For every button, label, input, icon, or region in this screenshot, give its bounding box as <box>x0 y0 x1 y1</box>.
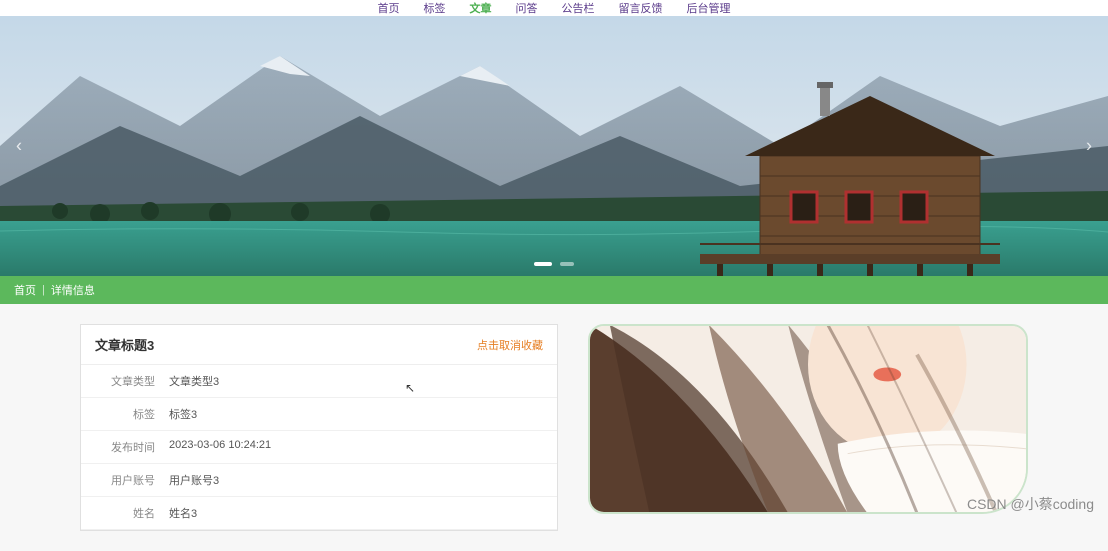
nav-tags[interactable]: 标签 <box>424 0 446 16</box>
detail-label: 标签 <box>95 406 155 422</box>
breadcrumb-current: 详情信息 <box>51 282 95 298</box>
favorite-toggle-button[interactable]: 点击取消收藏 <box>477 337 543 353</box>
nav-home[interactable]: 首页 <box>378 0 400 16</box>
hero-carousel: ‹ › <box>0 16 1108 276</box>
detail-label: 用户账号 <box>95 472 155 488</box>
detail-row-account: 用户账号 用户账号3 <box>81 464 557 497</box>
article-title: 文章标题3 <box>95 335 154 354</box>
hero-image <box>0 16 1108 276</box>
detail-value: 标签3 <box>169 406 197 422</box>
breadcrumb-separator: | <box>42 284 45 296</box>
breadcrumb: 首页 | 详情信息 <box>0 276 1108 304</box>
carousel-prev-button[interactable]: ‹ <box>6 126 32 167</box>
profile-card <box>588 324 1028 531</box>
content-area: 文章标题3 点击取消收藏 文章类型 文章类型3 标签 标签3 发布时间 2023… <box>0 304 1108 551</box>
carousel-dot[interactable] <box>560 262 574 266</box>
carousel-dot[interactable] <box>534 262 552 266</box>
detail-value: 2023-03-06 10:24:21 <box>169 439 271 455</box>
nav-articles[interactable]: 文章 <box>470 0 492 16</box>
detail-value: 用户账号3 <box>169 472 219 488</box>
detail-value: 文章类型3 <box>169 373 219 389</box>
detail-row-date: 发布时间 2023-03-06 10:24:21 <box>81 431 557 464</box>
top-nav: 首页 标签 文章 问答 公告栏 留言反馈 后台管理 <box>0 0 1108 16</box>
detail-label: 发布时间 <box>95 439 155 455</box>
detail-label: 文章类型 <box>95 373 155 389</box>
detail-row-name: 姓名 姓名3 <box>81 497 557 530</box>
nav-feedback[interactable]: 留言反馈 <box>619 0 663 16</box>
carousel-next-button[interactable]: › <box>1076 126 1102 167</box>
carousel-indicators <box>534 262 574 266</box>
panel-header: 文章标题3 点击取消收藏 <box>81 325 557 365</box>
nav-admin[interactable]: 后台管理 <box>687 0 731 16</box>
nav-bulletin[interactable]: 公告栏 <box>562 0 595 16</box>
detail-label: 姓名 <box>95 505 155 521</box>
article-detail-panel: 文章标题3 点击取消收藏 文章类型 文章类型3 标签 标签3 发布时间 2023… <box>80 324 558 531</box>
detail-row-tag: 标签 标签3 <box>81 398 557 431</box>
detail-row-type: 文章类型 文章类型3 <box>81 365 557 398</box>
nav-qa[interactable]: 问答 <box>516 0 538 16</box>
breadcrumb-home[interactable]: 首页 <box>14 282 36 298</box>
profile-image <box>588 324 1028 514</box>
detail-value: 姓名3 <box>169 505 197 521</box>
cursor-icon: ↖ <box>405 381 415 395</box>
